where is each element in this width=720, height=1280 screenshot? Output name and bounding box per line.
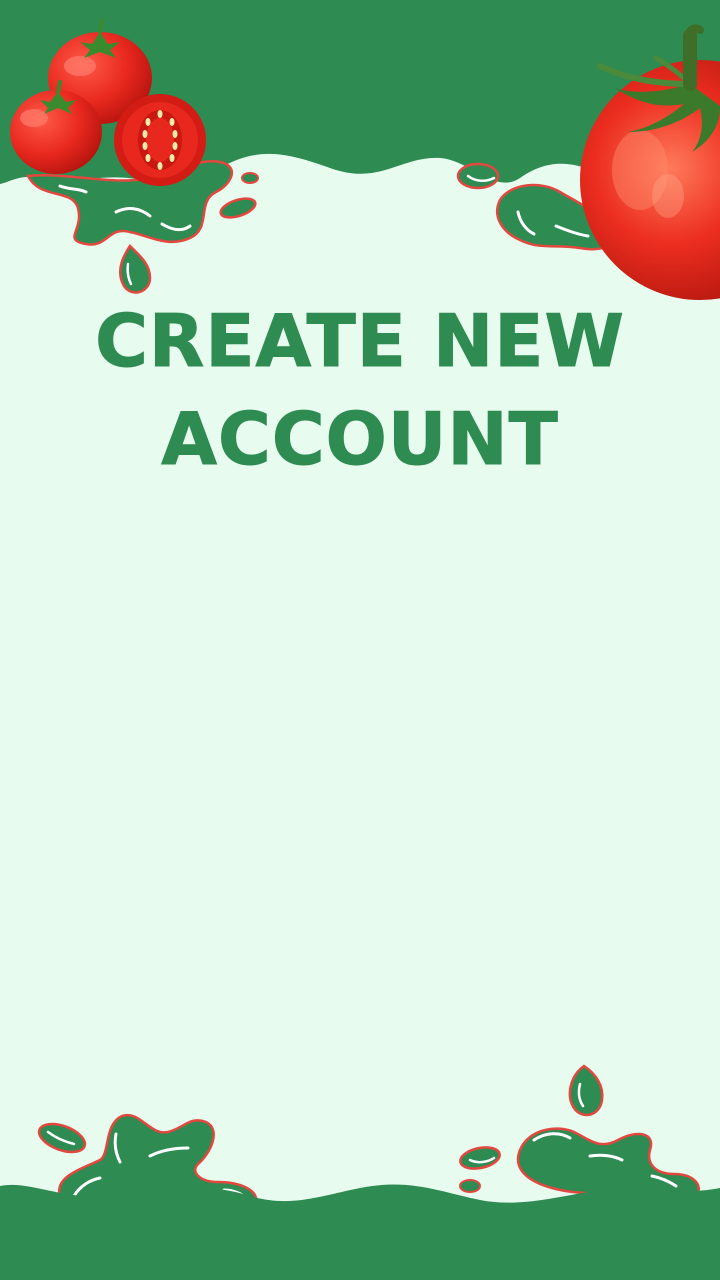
splash-drop [568, 1064, 604, 1117]
create-account-screen: CREATE NEW ACCOUNT [0, 0, 720, 1280]
bottom-wave-band [0, 1184, 720, 1280]
splash-drop [459, 1179, 481, 1193]
bottom-wave-decoration [0, 1064, 720, 1280]
splash-drop [37, 1122, 87, 1154]
